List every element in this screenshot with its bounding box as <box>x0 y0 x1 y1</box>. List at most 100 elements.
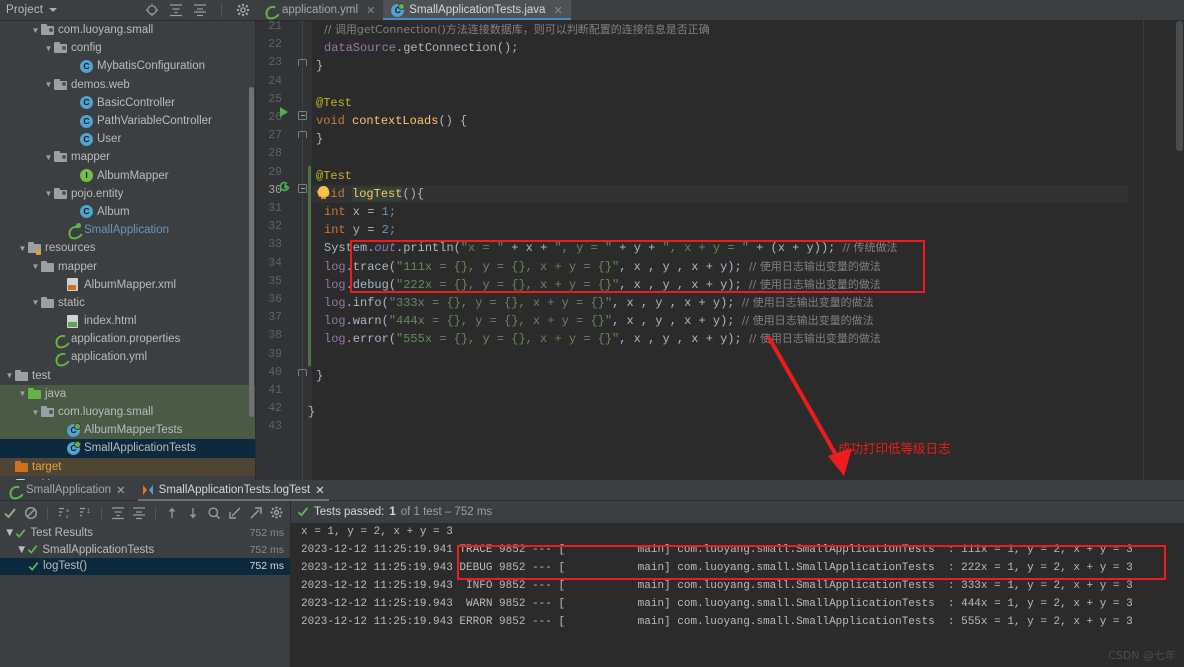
sort-alphabetically-icon[interactable]: az <box>57 506 71 520</box>
tree-item[interactable]: C AlbumMapperTests <box>0 421 256 440</box>
run-test-gutter-icon[interactable] <box>280 107 288 117</box>
chevron-down-icon[interactable]: ▼ <box>30 26 41 35</box>
chevron-down-icon[interactable]: ▼ <box>30 262 41 271</box>
editor-scrollbar-thumb[interactable] <box>1176 21 1183 151</box>
project-panel-title[interactable]: Project <box>0 4 43 16</box>
tab-smallapplicationtests-java[interactable]: C SmallApplicationTests.java ✕ <box>383 0 572 20</box>
tree-item[interactable]: C Album <box>0 203 256 221</box>
tree-item[interactable]: C BasicController <box>0 94 256 112</box>
fold-end-icon[interactable] <box>298 369 307 376</box>
chevron-down-icon[interactable]: ▼ <box>17 244 28 253</box>
close-icon[interactable]: ✕ <box>553 4 562 17</box>
chevron-down-icon[interactable]: ▼ <box>16 544 27 556</box>
tree-item[interactable]: I AlbumMapper <box>0 167 256 185</box>
class-icon: C <box>80 132 93 146</box>
import-results-icon[interactable] <box>228 506 242 520</box>
chevron-down-icon[interactable]: ▼ <box>43 153 54 162</box>
intention-bulb-icon[interactable] <box>318 186 329 199</box>
test-tree-row[interactable]: ▼ Test Results 752 ms <box>0 525 290 542</box>
locate-icon[interactable] <box>145 3 159 17</box>
prev-failed-icon[interactable] <box>165 506 179 520</box>
tree-item[interactable]: ▼ static <box>0 294 256 312</box>
line-number: 36 <box>268 293 282 306</box>
chevron-down-icon[interactable]: ▼ <box>43 44 54 53</box>
collapse-all-icon[interactable] <box>132 506 146 520</box>
tree-item[interactable]: ▼ pojo.entity <box>0 185 256 203</box>
tree-item[interactable]: AlbumMapper.xml <box>0 276 256 294</box>
expand-all-icon[interactable] <box>169 3 183 17</box>
settings-gear-icon[interactable] <box>236 3 250 17</box>
line-number: 31 <box>268 202 282 215</box>
sort-by-duration-icon[interactable]: 1 <box>78 506 92 520</box>
code-string: "222x = {}, y = {}, x + y = {}" <box>396 277 620 292</box>
tree-item[interactable]: ▼ resources <box>0 239 256 257</box>
show-passed-icon[interactable] <box>3 506 17 520</box>
code-token: + x + <box>504 241 555 256</box>
chevron-down-icon[interactable]: ▼ <box>43 80 54 89</box>
tree-item[interactable]: C MybatisConfiguration <box>0 57 256 75</box>
tree-item[interactable]: ▼ com.luoyang.small <box>0 402 256 422</box>
tree-item[interactable]: ▼ java <box>0 384 256 403</box>
fold-collapse-icon[interactable] <box>298 111 307 120</box>
tree-item[interactable]: ▼ demos.web <box>0 76 256 94</box>
tree-item-label: BasicController <box>97 96 175 109</box>
tab-application-yml[interactable]: application.yml ✕ <box>256 0 383 20</box>
chevron-down-icon[interactable]: ▼ <box>17 389 28 398</box>
tree-item[interactable]: ▼ com.luoyang.small <box>0 21 256 39</box>
chevron-down-icon[interactable]: ▼ <box>4 371 15 380</box>
chevron-down-icon[interactable]: ▼ <box>43 189 54 198</box>
tree-item[interactable]: SmallApplication <box>0 221 256 239</box>
fold-collapse-icon[interactable] <box>298 184 307 193</box>
close-icon[interactable]: ✕ <box>366 4 375 17</box>
close-icon[interactable]: ✕ <box>315 483 325 497</box>
collapse-all-icon[interactable] <box>193 3 207 17</box>
search-icon[interactable] <box>207 506 221 520</box>
tree-item[interactable]: application.yml <box>0 348 256 366</box>
expand-all-icon[interactable] <box>111 506 125 520</box>
fold-end-icon[interactable] <box>298 59 307 66</box>
console-output[interactable]: x = 1, y = 2, x + y = 3 2023-12-12 11:25:… <box>291 523 1184 667</box>
tree-item-label: AlbumMapperTests <box>84 424 183 437</box>
vcs-change-marker[interactable] <box>308 166 311 366</box>
fold-end-icon[interactable] <box>298 131 307 138</box>
svg-text:z: z <box>66 514 69 520</box>
test-tree-row[interactable]: logTest() 752 ms <box>0 558 290 575</box>
tree-item[interactable]: ▼ mapper <box>0 257 256 275</box>
code-text[interactable]: // 调用getConnection()方法连接数据库，则可以判断配置的连接信息… <box>308 21 1184 480</box>
line-number: 29 <box>268 165 282 179</box>
tree-item-icon <box>28 242 41 255</box>
tree-item[interactable]: application.properties <box>0 330 256 348</box>
chevron-down-icon[interactable]: ▼ <box>30 408 41 417</box>
chevron-down-icon[interactable] <box>49 8 58 12</box>
line-number: 33 <box>268 238 282 252</box>
tree-item[interactable]: C SmallApplicationTests <box>0 439 256 458</box>
project-tree-scrollbar[interactable] <box>249 87 254 417</box>
export-results-icon[interactable] <box>249 506 263 520</box>
tree-item[interactable]: ▼ mapper <box>0 148 256 166</box>
tree-item[interactable]: C PathVariableController <box>0 112 256 130</box>
folder-icon <box>15 369 28 382</box>
tree-item[interactable]: ▼ test <box>0 367 256 385</box>
test-results-tree[interactable]: ▼ Test Results 752 ms ▼ SmallApplicationTest… <box>0 525 290 667</box>
chevron-down-icon[interactable]: ▼ <box>30 298 41 307</box>
editor-scrollbar[interactable] <box>1174 21 1184 480</box>
next-failed-icon[interactable] <box>186 506 200 520</box>
hide-ignored-icon[interactable] <box>24 506 38 520</box>
tree-item[interactable]: ▼ config <box>0 39 256 57</box>
run-tab-smallapplication[interactable]: SmallApplication ✕ <box>0 480 134 501</box>
tree-item[interactable]: C User <box>0 130 256 148</box>
project-tree[interactable]: ▼ com.luoyang.small ▼ config C MybatisConfigu… <box>0 21 256 480</box>
code-editor[interactable]: 21 22 23 24 25 26 27 28 29 30 31 32 33 34 35 36 37 38 39 40… <box>256 21 1184 480</box>
chevron-down-icon[interactable]: ▼ <box>4 527 15 539</box>
tree-item[interactable]: target <box>0 457 256 476</box>
tree-item[interactable]: index.html <box>0 312 256 330</box>
run-tab-logtest[interactable]: SmallApplicationTests.logTest ✕ <box>134 480 333 501</box>
code-annotation: @Test <box>316 168 353 183</box>
console-line: 2023-12-12 11:25:19.941 TRACE 9852 --- [… <box>301 544 1133 556</box>
rerun-test-gutter-icon[interactable] <box>278 180 291 193</box>
test-tree-row[interactable]: ▼ SmallApplicationTests 752 ms <box>0 542 290 559</box>
editor-gutter[interactable]: 21 22 23 24 25 26 27 28 29 30 31 32 33 34 35 36 37 38 39 40… <box>256 21 312 480</box>
code-keyword: void <box>316 114 345 128</box>
settings-gear-icon[interactable] <box>270 506 284 520</box>
close-icon[interactable]: ✕ <box>116 483 126 497</box>
